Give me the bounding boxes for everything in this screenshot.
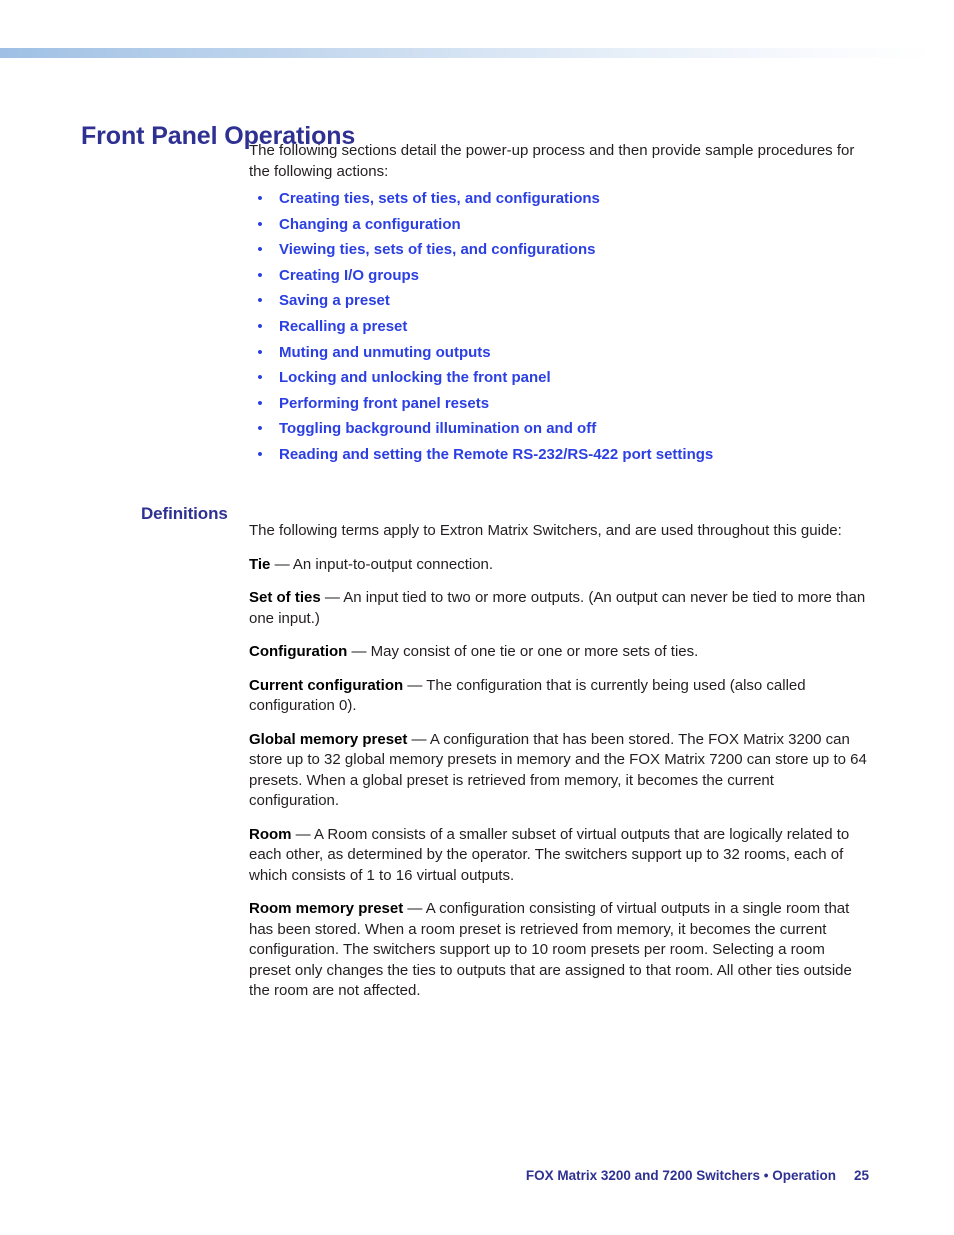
definition-term: Configuration bbox=[249, 643, 348, 660]
bullet-icon: • bbox=[257, 369, 263, 387]
section-link[interactable]: Performing front panel resets bbox=[279, 391, 489, 417]
footer-document-name: FOX Matrix 3200 and 7200 Switchers • Ope… bbox=[525, 1168, 836, 1183]
page-header-gradient-rule bbox=[0, 48, 934, 58]
definition-term: Current configuration bbox=[249, 676, 404, 694]
section-link[interactable]: Saving a preset bbox=[279, 288, 390, 314]
bullet-icon: • bbox=[257, 445, 263, 463]
list-item[interactable]: • Viewing ties, sets of ties, and config… bbox=[249, 237, 868, 263]
definition-body: — An input tied to two or more outputs. … bbox=[249, 589, 866, 627]
list-item[interactable]: • Creating ties, sets of ties, and confi… bbox=[249, 186, 868, 212]
section-link[interactable]: Reading and setting the Remote RS-232/RS… bbox=[279, 442, 713, 468]
bullet-icon: • bbox=[257, 317, 263, 335]
definitions-intro: The following terms apply to Extron Matr… bbox=[249, 522, 842, 539]
list-item[interactable]: • Reading and setting the Remote RS-232/… bbox=[249, 442, 868, 468]
bullet-icon: • bbox=[257, 420, 263, 438]
section-link-list: • Creating ties, sets of ties, and confi… bbox=[249, 186, 868, 468]
list-item[interactable]: • Locking and unlocking the front panel bbox=[249, 365, 868, 391]
footer-page-number: 25 bbox=[853, 1168, 869, 1183]
bullet-icon: • bbox=[257, 394, 263, 412]
section-link[interactable]: Locking and unlocking the front panel bbox=[279, 365, 551, 391]
list-item[interactable]: • Saving a preset bbox=[249, 288, 868, 314]
definitions-block: The following terms apply to Extron Matr… bbox=[249, 521, 868, 1015]
section-link[interactable]: Muting and unmuting outputs bbox=[279, 340, 491, 366]
bullet-icon: • bbox=[257, 190, 263, 207]
definition-entry: Room memory preset — A configuration con… bbox=[249, 899, 868, 1002]
page-footer: FOX Matrix 3200 and 7200 Switchers • Ope… bbox=[0, 1168, 869, 1183]
bullet-icon: • bbox=[257, 292, 263, 310]
list-item[interactable]: • Recalling a preset bbox=[249, 314, 868, 340]
definition-entry: Room — A Room consists of a smaller subs… bbox=[249, 825, 868, 887]
definitions-heading: Definitions bbox=[141, 504, 228, 524]
bullet-icon: • bbox=[257, 215, 263, 233]
definition-entry: Configuration — May consist of one tie o… bbox=[249, 642, 868, 663]
list-item[interactable]: • Creating I/O groups bbox=[249, 263, 868, 289]
bullet-icon: • bbox=[257, 343, 263, 361]
document-page: Front Panel Operations The following sec… bbox=[0, 0, 954, 1235]
definition-entry: Global memory preset — A configuration t… bbox=[249, 730, 868, 812]
definition-body: — An input-to-output connection. bbox=[270, 555, 494, 573]
section-link[interactable]: Changing a configuration bbox=[279, 212, 461, 238]
definition-entry: Current configuration — The configuratio… bbox=[249, 676, 868, 717]
definition-entry: Set of ties — An input tied to two or mo… bbox=[249, 588, 868, 629]
definition-body: — A Room consists of a smaller subset of… bbox=[249, 825, 850, 884]
section-link[interactable]: Creating I/O groups bbox=[279, 263, 419, 289]
definition-body: — May consist of one tie or one or more … bbox=[347, 643, 699, 660]
definition-term: Global memory preset bbox=[249, 730, 408, 748]
definition-term: Room bbox=[249, 825, 292, 843]
definition-term: Tie bbox=[249, 555, 271, 573]
list-item[interactable]: • Toggling background illumination on an… bbox=[249, 416, 868, 442]
section-link[interactable]: Viewing ties, sets of ties, and configur… bbox=[279, 237, 595, 263]
bullet-icon: • bbox=[257, 266, 263, 284]
definition-entry: Tie — An input-to-output connection. bbox=[249, 555, 868, 576]
section-link[interactable]: Recalling a preset bbox=[279, 314, 407, 340]
definition-term: Room memory preset bbox=[249, 900, 404, 917]
bullet-icon: • bbox=[257, 241, 263, 259]
section-link[interactable]: Toggling background illumination on and … bbox=[279, 416, 596, 442]
list-item[interactable]: • Muting and unmuting outputs bbox=[249, 340, 868, 366]
definition-term: Set of ties bbox=[249, 589, 321, 606]
section-link[interactable]: Creating ties, sets of ties, and configu… bbox=[279, 186, 600, 212]
list-item[interactable]: • Performing front panel resets bbox=[249, 391, 868, 417]
intro-paragraph: The following sections detail the power-… bbox=[249, 142, 855, 180]
list-item[interactable]: • Changing a configuration bbox=[249, 212, 868, 238]
